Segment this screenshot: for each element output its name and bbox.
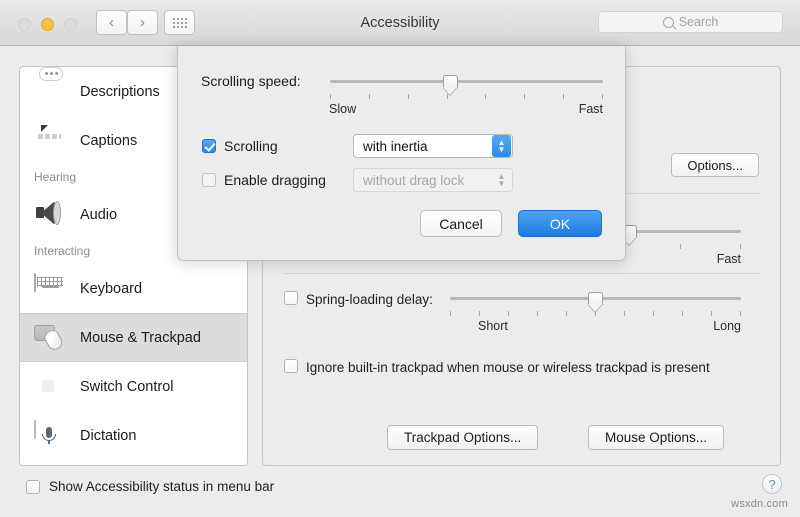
- back-button[interactable]: ‹: [96, 10, 127, 35]
- sidebar-item-label: Captions: [80, 132, 138, 149]
- enable-dragging-checkbox[interactable]: [202, 173, 216, 187]
- search-input[interactable]: Search: [598, 11, 783, 33]
- title-bar: ‹ › Accessibility Search: [0, 0, 800, 46]
- sidebar-item-switch-control[interactable]: Switch Control: [20, 362, 247, 411]
- slider-label-right: Long: [713, 319, 741, 333]
- help-button[interactable]: ?: [762, 474, 782, 494]
- show-accessibility-status-checkbox[interactable]: [26, 479, 40, 494]
- grid-icon: [172, 17, 187, 28]
- slider-ticks: [450, 311, 741, 316]
- scrolling-label: Scrolling: [224, 138, 278, 154]
- content-area: Descriptions Captions Hearing Audio Inte…: [0, 46, 800, 517]
- sidebar-item-label: Mouse & Trackpad: [80, 329, 201, 346]
- sidebar-item-label: Keyboard: [80, 280, 143, 297]
- enable-dragging-label: Enable dragging: [224, 172, 326, 188]
- scrolling-row[interactable]: Scrolling: [202, 138, 278, 154]
- slider-thumb[interactable]: [588, 292, 603, 305]
- mouse-options-button[interactable]: Mouse Options...: [588, 425, 725, 450]
- preferences-window: ‹ › Accessibility Search Descriptions Ca…: [0, 0, 800, 517]
- forward-button[interactable]: ›: [127, 10, 158, 35]
- sidebar-item-label: Dictation: [80, 427, 137, 444]
- scrolling-checkbox[interactable]: [202, 139, 216, 153]
- zoom-button[interactable]: [64, 18, 77, 31]
- watermark: wsxdn.com: [731, 498, 788, 510]
- mouse-trackpad-icon: [34, 323, 67, 353]
- spring-loading-delay-label: Spring-loading delay:: [306, 292, 433, 307]
- minimize-button[interactable]: [41, 18, 54, 31]
- slider-label-left: Slow: [329, 102, 357, 116]
- chevron-left-icon: ‹: [109, 14, 114, 31]
- keyboard-icon: [34, 273, 67, 303]
- switch-control-icon: [34, 372, 67, 401]
- chevron-right-icon: ›: [140, 14, 145, 31]
- slider-label-right: Fast: [578, 102, 603, 116]
- scrolling-speed-label: Scrolling speed:: [201, 73, 301, 89]
- drag-lock-dropdown[interactable]: without drag lock ▲ ▼: [353, 168, 513, 192]
- show-accessibility-status-label: Show Accessibility status in menu bar: [49, 479, 275, 494]
- scrolling-inertia-value: with inertia: [363, 138, 428, 154]
- sidebar-item-label: Switch Control: [80, 378, 174, 395]
- pane-divider: [283, 273, 761, 274]
- ok-button[interactable]: OK: [518, 210, 602, 237]
- chevron-updown-icon: ▲ ▼: [497, 172, 506, 188]
- slider-track: [330, 80, 603, 83]
- ignore-builtin-trackpad-checkbox[interactable]: [284, 359, 298, 373]
- close-button[interactable]: [18, 18, 31, 31]
- ignore-builtin-trackpad-row[interactable]: Ignore built-in trackpad when mouse or w…: [284, 359, 744, 376]
- captions-icon: [34, 126, 67, 155]
- descriptions-icon: [34, 72, 67, 106]
- search-placeholder: Search: [678, 15, 719, 29]
- audio-icon: [34, 200, 67, 229]
- options-button[interactable]: Options...: [671, 153, 759, 177]
- scrolling-options-sheet: Scrolling speed: Slow Fast Scrolling wit…: [177, 46, 626, 261]
- trackpad-options-button[interactable]: Trackpad Options...: [387, 425, 539, 450]
- search-icon: [662, 16, 674, 28]
- drag-lock-value: without drag lock: [363, 172, 465, 188]
- cancel-button[interactable]: Cancel: [420, 210, 502, 237]
- spring-loading-delay-row[interactable]: Spring-loading delay:: [284, 291, 433, 308]
- spring-loading-delay-checkbox[interactable]: [284, 291, 298, 305]
- chevron-updown-icon: ▲ ▼: [492, 135, 511, 157]
- sidebar-item-dictation[interactable]: Dictation: [20, 411, 247, 460]
- slider-ticks: [330, 94, 603, 99]
- ignore-builtin-trackpad-label: Ignore built-in trackpad when mouse or w…: [306, 360, 710, 375]
- scrolling-inertia-dropdown[interactable]: with inertia ▲ ▼: [353, 134, 513, 158]
- slider-thumb[interactable]: [442, 75, 458, 88]
- show-accessibility-status-row[interactable]: Show Accessibility status in menu bar: [26, 479, 274, 494]
- show-all-button[interactable]: [164, 10, 195, 35]
- slider-label-left: Short: [478, 319, 508, 333]
- enable-dragging-row[interactable]: Enable dragging: [202, 172, 326, 188]
- dictation-icon: [34, 420, 67, 450]
- slider-label-right: Fast: [716, 252, 741, 266]
- sidebar-item-label: Descriptions: [80, 83, 160, 100]
- sidebar-item-label: Audio: [80, 206, 118, 223]
- question-mark-icon: ?: [768, 476, 776, 492]
- sidebar-item-mouse-trackpad[interactable]: Mouse & Trackpad: [20, 313, 247, 362]
- sidebar-item-keyboard[interactable]: Keyboard: [20, 264, 247, 313]
